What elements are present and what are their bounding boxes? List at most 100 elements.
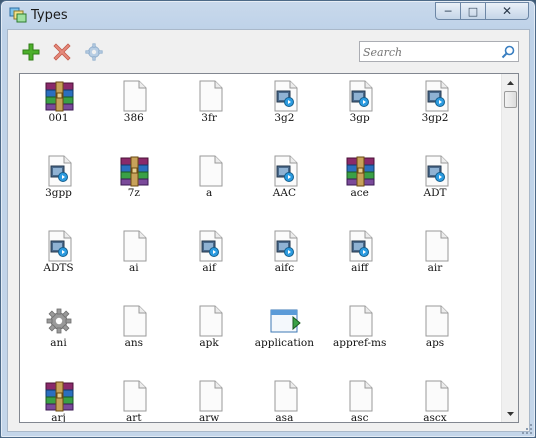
- type-item-label: 386: [123, 112, 144, 124]
- type-item[interactable]: art: [96, 374, 171, 423]
- file-file-icon: [123, 80, 147, 112]
- settings-button[interactable]: [83, 41, 105, 63]
- type-item-label: air: [427, 262, 443, 274]
- media-file-icon: [425, 155, 448, 187]
- scroll-down-icon: [507, 411, 514, 416]
- file-file-icon: [123, 230, 147, 262]
- type-item[interactable]: 3gp: [322, 74, 397, 149]
- minimize-button[interactable]: ─: [435, 2, 461, 20]
- type-item[interactable]: ascx: [398, 374, 473, 422]
- type-item[interactable]: 3gp2: [398, 74, 473, 149]
- type-item-label: 7z: [127, 187, 140, 199]
- type-item[interactable]: asa: [247, 374, 322, 422]
- delete-button[interactable]: [51, 41, 73, 63]
- type-item-label: aps: [425, 337, 445, 349]
- type-item-label: 3fr: [201, 112, 217, 124]
- type-item-label: ADTS: [43, 262, 74, 274]
- type-item[interactable]: 386: [96, 74, 171, 149]
- file-file-icon: [199, 305, 223, 337]
- maximize-button[interactable]: □: [460, 2, 486, 20]
- type-item[interactable]: aiff: [322, 224, 397, 299]
- type-item-label: 001: [48, 112, 69, 124]
- toolbar: [8, 30, 529, 72]
- type-item-label: ans: [124, 337, 143, 349]
- type-item-label: apk: [199, 337, 219, 349]
- gear-icon: [85, 43, 103, 61]
- media-file-icon: [274, 230, 298, 262]
- type-item[interactable]: ai: [96, 224, 171, 299]
- file-file-icon: [199, 380, 223, 412]
- resize-grip-icon[interactable]: [521, 423, 533, 435]
- type-item-label: ani: [50, 337, 67, 349]
- type-item[interactable]: appref-ms: [322, 299, 397, 374]
- type-item-label: ai: [128, 262, 139, 274]
- scroll-up-button[interactable]: [502, 74, 518, 91]
- file-file-icon: [123, 380, 147, 412]
- search-box[interactable]: [359, 41, 519, 62]
- type-item[interactable]: arj: [21, 374, 96, 423]
- file-file-icon: [274, 380, 298, 412]
- type-item[interactable]: ani: [21, 299, 96, 374]
- file-file-icon: [425, 380, 448, 412]
- type-item[interactable]: 7z: [96, 149, 171, 224]
- type-item[interactable]: ace: [322, 149, 397, 224]
- type-item-label: ace: [350, 187, 369, 199]
- media-file-icon: [274, 80, 298, 112]
- archive-file-icon: [346, 156, 375, 187]
- plus-icon: [22, 43, 40, 61]
- type-item[interactable]: aifc: [247, 224, 322, 299]
- scroll-down-button[interactable]: [502, 405, 518, 422]
- type-item[interactable]: 001: [21, 74, 96, 149]
- type-item[interactable]: air: [398, 224, 473, 299]
- scroll-up-icon: [507, 80, 514, 85]
- type-item-label: a: [205, 187, 213, 199]
- search-icon[interactable]: [501, 45, 515, 59]
- add-button[interactable]: [20, 41, 42, 63]
- file-file-icon: [425, 305, 448, 337]
- type-item[interactable]: ADT: [398, 149, 473, 224]
- type-item-label: AAC: [272, 187, 296, 199]
- minimize-icon: ─: [444, 4, 452, 18]
- media-file-icon: [48, 155, 72, 187]
- type-item-label: aifc: [274, 262, 295, 274]
- types-window: Types ─ □ ✕ Search 001 386 3fr 3g2 3gp 3…: [0, 0, 536, 438]
- type-item-label: arw: [198, 412, 220, 423]
- archive-file-icon: [45, 381, 74, 412]
- type-item-label: arj: [51, 412, 66, 423]
- type-item[interactable]: a: [172, 149, 247, 224]
- type-item[interactable]: ADTS: [21, 224, 96, 299]
- type-item[interactable]: aps: [398, 299, 473, 374]
- scroll-thumb[interactable]: [504, 91, 517, 108]
- type-item[interactable]: asc: [322, 374, 397, 423]
- type-item-label: ADT: [423, 187, 447, 199]
- type-item[interactable]: 3fr: [172, 74, 247, 149]
- file-file-icon: [349, 305, 373, 337]
- type-item[interactable]: application: [247, 299, 322, 374]
- title-bar[interactable]: Types ─ □ ✕: [1, 1, 535, 29]
- file-file-icon: [349, 380, 373, 412]
- type-item-label: asc: [350, 412, 369, 423]
- types-panel: 001 386 3fr 3g2 3gp 3gp2 3gpp 7z a AAC ace ADT ADTS a…: [19, 73, 519, 423]
- close-button[interactable]: ✕: [485, 2, 529, 20]
- types-app-icon: [9, 7, 27, 23]
- file-file-icon: [199, 80, 223, 112]
- type-item-label: aiff: [351, 262, 369, 274]
- file-file-icon: [123, 305, 147, 337]
- media-file-icon: [349, 80, 373, 112]
- vertical-scrollbar[interactable]: [501, 74, 518, 422]
- type-item[interactable]: arw: [172, 374, 247, 423]
- type-item-label: 3gp: [349, 112, 370, 124]
- type-item[interactable]: ans: [96, 299, 171, 374]
- type-item[interactable]: AAC: [247, 149, 322, 224]
- search-input[interactable]: [363, 44, 497, 60]
- type-item[interactable]: apk: [172, 299, 247, 374]
- media-file-icon: [274, 155, 298, 187]
- type-item[interactable]: 3gpp: [21, 149, 96, 224]
- client-area: 001 386 3fr 3g2 3gp 3gp2 3gpp 7z a AAC ace ADT ADTS a…: [7, 29, 530, 432]
- type-item[interactable]: 3g2: [247, 74, 322, 149]
- type-item-label: 3g2: [274, 112, 295, 124]
- close-icon: ✕: [501, 4, 513, 18]
- type-item-label: art: [126, 412, 142, 423]
- archive-file-icon: [45, 81, 74, 112]
- type-item[interactable]: aif: [172, 224, 247, 299]
